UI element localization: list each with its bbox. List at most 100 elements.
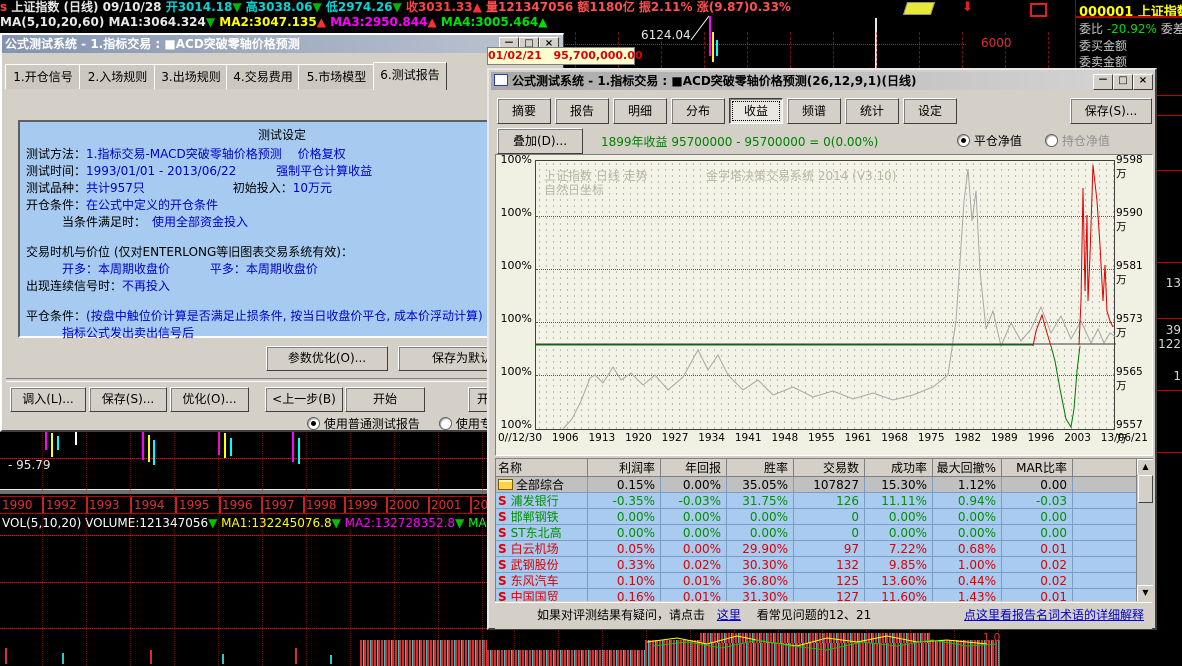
name-cell[interactable]: S东风汽车 xyxy=(496,573,588,589)
dialog-tab-2[interactable]: 2.入场规则 xyxy=(79,64,156,89)
optimize-button[interactable]: 优化(O)... xyxy=(170,387,249,412)
table-row[interactable]: SST东北高0.00%0.00%0.00%00.00%0.00%0.00 xyxy=(496,525,1153,541)
gridline xyxy=(350,428,351,666)
value-cell: 1.43% xyxy=(933,589,1002,601)
column-header[interactable]: 年回报 xyxy=(661,459,727,477)
stock-flag-icon: S xyxy=(498,526,507,540)
column-header[interactable]: 名称 xyxy=(496,459,588,477)
dialog-tab-5[interactable]: 5.市场模型 xyxy=(298,64,375,89)
table-row[interactable]: S白云机场0.05%0.00%29.90%977.22%0.68%0.01 xyxy=(496,541,1153,557)
start-button[interactable]: 开始 xyxy=(345,387,425,412)
window-restore-icon[interactable] xyxy=(1030,3,1047,17)
table-scrollbar[interactable]: ▲ ▼ xyxy=(1136,459,1153,601)
param-optimize-button[interactable]: 参数优化(O)... xyxy=(266,346,388,371)
column-header[interactable]: 成功率 xyxy=(865,459,933,477)
table-row[interactable]: S武钢股份0.33%0.02%30.30%1329.85%1.00%0.02 xyxy=(496,557,1153,573)
tool-收益[interactable]: 收益 xyxy=(729,98,783,124)
gridline xyxy=(174,428,175,666)
scroll-down-icon[interactable]: ▼ xyxy=(1137,585,1153,601)
blank-cell xyxy=(1073,477,1137,493)
chart-spike xyxy=(142,428,144,460)
pane-separator[interactable] xyxy=(0,489,487,494)
value-cell: 0 xyxy=(794,525,865,541)
stock-name: 邯郸钢铁 xyxy=(511,510,559,524)
results-table[interactable]: 名称利润率年回报胜率交易数成功率最大回撤%MAR比率 全部综合0.15%0.00… xyxy=(495,458,1153,601)
name-cell[interactable]: S邯郸钢铁 xyxy=(496,509,588,525)
gridline xyxy=(394,428,395,666)
dialog-tab-4[interactable]: 4.交易费用 xyxy=(226,64,300,89)
stock-flag-icon: S xyxy=(498,558,507,572)
name-cell[interactable]: S中国国贸 xyxy=(496,589,588,601)
radio-icon[interactable] xyxy=(957,134,970,147)
table-row[interactable]: 全部综合0.15%0.00%35.05%10782715.30%1.12%0.0… xyxy=(496,477,1153,493)
table-row[interactable]: S浦发银行-0.35%-0.03%31.75%12611.11%0.94%-0.… xyxy=(496,493,1153,509)
hint-link-here[interactable]: 这里 xyxy=(717,608,741,622)
column-header[interactable]: 最大回撤% xyxy=(933,459,1002,477)
dialog-tab-3[interactable]: 3.出场规则 xyxy=(154,64,228,89)
text-run: MA4:3005.464 xyxy=(441,15,538,29)
table-row[interactable]: S中国国贸0.16%0.01%31.30%12711.60%1.43%0.01 xyxy=(496,589,1153,601)
column-header[interactable]: 交易数 xyxy=(794,459,865,477)
blank-cell xyxy=(1073,589,1137,601)
dialog-title-bar[interactable]: 公式测试系统 - 1.指标交易 : ■ACD突破零轴价格预测 xyxy=(2,35,563,53)
value-cell: -0.35% xyxy=(588,493,661,509)
save-button[interactable]: 保存(S)... xyxy=(89,387,167,412)
scroll-up-icon[interactable]: ▲ xyxy=(1137,459,1153,476)
column-header[interactable]: 胜率 xyxy=(727,459,794,477)
setting-line: 指标公式发出卖出信号后 xyxy=(26,324,194,341)
close-button[interactable]: × xyxy=(1133,74,1153,90)
bottom-volume-strip: 1.0 xyxy=(487,630,1182,666)
overlay-button[interactable]: 叠加(D)... xyxy=(497,128,583,154)
radio-icon[interactable] xyxy=(307,417,320,430)
dialog-tab-1[interactable]: 1.开仓信号 xyxy=(5,64,81,89)
dialog-tab-6[interactable]: 6.测试报告 xyxy=(373,62,447,90)
tool-频谱[interactable]: 频谱 xyxy=(787,98,841,124)
axis-tick-label: 2003 xyxy=(1064,432,1091,444)
minimize-button[interactable]: － xyxy=(1093,74,1113,90)
radio-icon[interactable] xyxy=(1045,134,1058,147)
load-button[interactable]: 调入(L)... xyxy=(10,387,86,412)
tool-统计[interactable]: 统计 xyxy=(845,98,899,124)
scroll-thumb[interactable] xyxy=(1138,475,1153,503)
name-cell[interactable]: S武钢股份 xyxy=(496,557,588,573)
tool-明细[interactable]: 明细 xyxy=(613,98,667,124)
name-cell[interactable]: S白云机场 xyxy=(496,541,588,557)
name-cell[interactable]: SST东北高 xyxy=(496,525,588,541)
text-run: 1993/01/01 - 2013/06/22 xyxy=(86,164,236,178)
text-run: MA(5,10,20,60) xyxy=(0,15,109,29)
value-cell: 126 xyxy=(794,493,865,509)
radio-hold-equity[interactable]: 持仓净值 xyxy=(1045,132,1110,149)
gridline xyxy=(1048,32,1049,68)
save-report-button[interactable]: 保存(S)... xyxy=(1070,98,1152,124)
window-title-bar[interactable]: 公式测试系统 - 1.指标交易 : ■ACD突破零轴价格预测(26,12,9,1… xyxy=(491,72,1153,90)
blank-cell xyxy=(1073,573,1137,589)
maximize-button[interactable]: □ xyxy=(1113,74,1133,90)
glossary-link[interactable]: 点这里看报告名词术语的详细解释 xyxy=(964,603,1144,627)
chip-icon[interactable] xyxy=(903,2,935,15)
table-row[interactable]: S邯郸钢铁0.00%0.00%0.00%00.00%0.00%0.00 xyxy=(496,509,1153,525)
ma-squiggles xyxy=(487,630,1182,666)
value-cell: 0.00 xyxy=(1002,509,1073,525)
download-arrow-icon[interactable]: ⬇ xyxy=(962,0,973,15)
column-header[interactable]: 利润率 xyxy=(588,459,661,477)
y-right-tick: 9581万 xyxy=(1116,260,1152,287)
text-run: 量121347056 xyxy=(486,0,577,14)
tool-分布[interactable]: 分布 xyxy=(671,98,725,124)
hint-text-2: 看常见问题的12、21 xyxy=(745,608,872,622)
chart-spike xyxy=(298,438,300,464)
column-header[interactable] xyxy=(1073,459,1137,477)
column-header[interactable]: MAR比率 xyxy=(1002,459,1073,477)
back-button[interactable]: <上一步(B) xyxy=(265,387,343,412)
name-cell[interactable]: 全部综合 xyxy=(496,477,588,493)
radio-close-equity[interactable]: 平仓净值 xyxy=(957,132,1022,149)
radio-normal-report[interactable]: 使用普通测试报告 xyxy=(307,415,420,432)
table-row[interactable]: S东风汽车0.10%0.01%36.80%12513.60%0.44%0.02 xyxy=(496,573,1153,589)
tool-设定[interactable]: 设定 xyxy=(903,98,957,124)
radio-icon[interactable] xyxy=(439,417,452,430)
tool-报告[interactable]: 报告 xyxy=(555,98,609,124)
name-cell[interactable]: S浦发银行 xyxy=(496,493,588,509)
chart-spike xyxy=(230,438,232,456)
tool-摘要[interactable]: 摘要 xyxy=(497,98,551,124)
axis-year-label: 1997 xyxy=(264,498,295,512)
value-cell: 132 xyxy=(794,557,865,573)
